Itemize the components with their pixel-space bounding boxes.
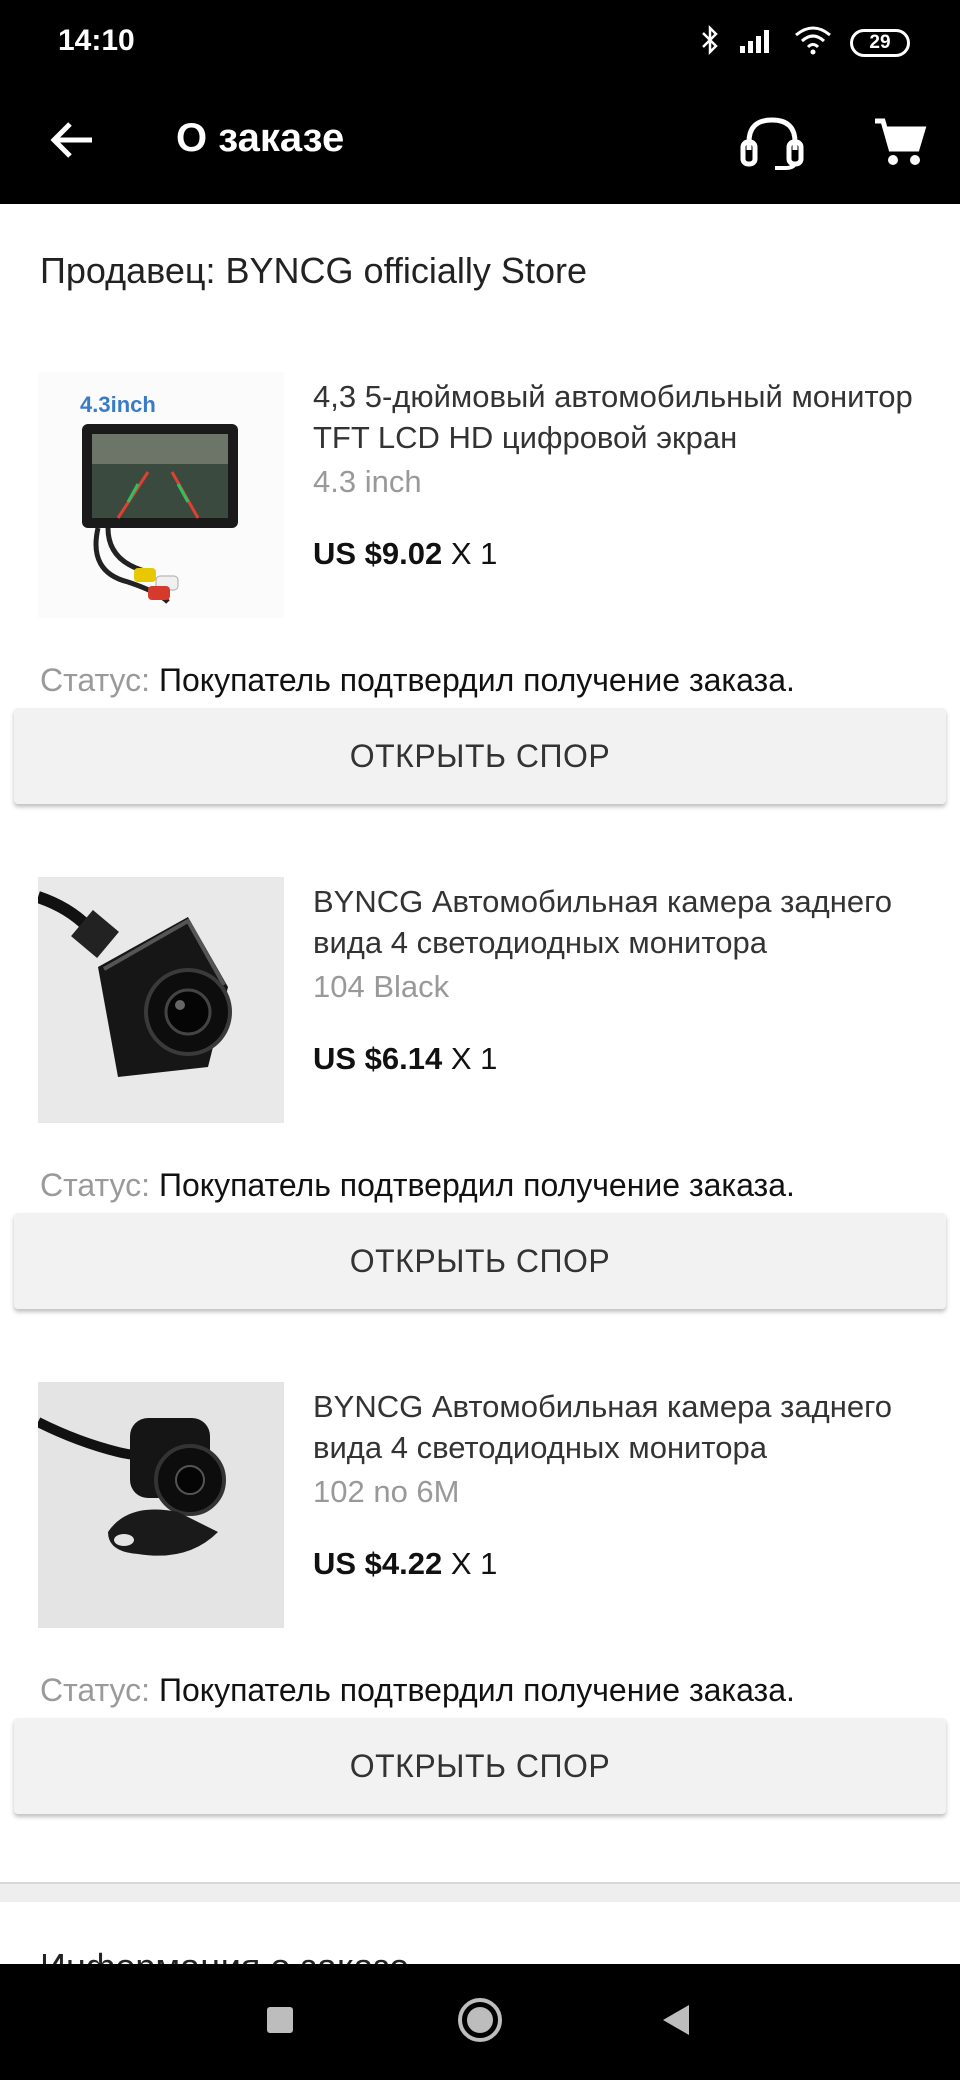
order-item: BYNCG Автомобильная камера заднего вида … (0, 877, 960, 1367)
order-item: 4.3inch 4,3 5-дюймовый автомобильный мон… (0, 372, 960, 862)
product-thumbnail[interactable]: 4.3inch (38, 372, 284, 618)
product-quantity: X 1 (450, 1546, 498, 1581)
order-content[interactable]: Продавец: BYNCG officially Store 4.3inch… (0, 204, 960, 1964)
bluetooth-icon (700, 24, 720, 61)
price-row: US $4.22 X 1 (313, 1546, 923, 1582)
recents-button[interactable] (242, 1984, 318, 2060)
status-text: Покупатель подтвердил получение заказа. (158, 1672, 795, 1708)
product-info: 4,3 5-дюймовый автомобильный монитор TFT… (313, 376, 923, 572)
system-nav-bar (0, 1964, 960, 2080)
headset-icon (739, 114, 805, 175)
status-text: Покупатель подтвердил получение заказа. (158, 662, 795, 698)
order-status: Статус: Покупатель подтвердил получение … (40, 662, 795, 699)
product-price: US $9.02 (313, 536, 443, 571)
status-label: Статус: (40, 1167, 151, 1203)
product-info: BYNCG Автомобильная камера заднего вида … (313, 881, 923, 1077)
product-quantity: X 1 (450, 536, 498, 571)
svg-text:4.3inch: 4.3inch (80, 392, 156, 417)
app-bar: О заказе (0, 84, 960, 204)
product-quantity: X 1 (450, 1041, 498, 1076)
cart-button[interactable] (864, 108, 936, 180)
page-title: О заказе (176, 116, 345, 160)
order-status: Статус: Покупатель подтвердил получение … (40, 1167, 795, 1204)
status-time: 14:10 (58, 24, 135, 57)
section-divider (0, 1882, 960, 1902)
product-title[interactable]: 4,3 5-дюймовый автомобильный монитор TFT… (313, 376, 923, 458)
product-variant: 102 no 6M (313, 1474, 460, 1509)
price-row: US $6.14 X 1 (313, 1041, 923, 1077)
product-price: US $6.14 (313, 1041, 443, 1076)
home-button[interactable] (442, 1984, 518, 2060)
signal-icon (738, 26, 776, 59)
price-row: US $9.02 X 1 (313, 536, 923, 572)
status-bar: 14:10 29 (0, 0, 960, 84)
square-icon (265, 2005, 295, 2040)
product-thumbnail[interactable] (38, 1382, 284, 1628)
status-text: Покупатель подтвердил получение заказа. (158, 1167, 795, 1203)
product-title[interactable]: BYNCG Автомобильная камера заднего вида … (313, 1386, 923, 1468)
order-info-heading: Информация о заказе (40, 1946, 409, 1964)
order-item: BYNCG Автомобильная камера заднего вида … (0, 1382, 960, 1872)
status-icons: 29 (700, 24, 910, 61)
seller-name: Продавец: BYNCG officially Store (40, 250, 587, 291)
product-variant: 4.3 inch (313, 464, 422, 499)
support-button[interactable] (736, 108, 808, 180)
system-back-button[interactable] (638, 1984, 714, 2060)
order-status: Статус: Покупатель подтвердил получение … (40, 1672, 795, 1709)
arrow-left-icon (50, 120, 94, 165)
open-dispute-button[interactable]: ОТКРЫТЬ СПОР (14, 708, 946, 804)
status-label: Статус: (40, 662, 151, 698)
product-price: US $4.22 (313, 1546, 443, 1581)
product-title[interactable]: BYNCG Автомобильная камера заднего вида … (313, 881, 923, 963)
open-dispute-button[interactable]: ОТКРЫТЬ СПОР (14, 1718, 946, 1814)
status-label: Статус: (40, 1672, 151, 1708)
triangle-icon (659, 2002, 693, 2043)
back-button[interactable] (40, 110, 104, 174)
open-dispute-button[interactable]: ОТКРЫТЬ СПОР (14, 1213, 946, 1309)
product-thumbnail[interactable] (38, 877, 284, 1123)
circle-icon (456, 1996, 504, 2049)
product-variant: 104 Black (313, 969, 450, 1004)
product-info: BYNCG Автомобильная камера заднего вида … (313, 1386, 923, 1582)
cart-icon (873, 117, 927, 172)
battery-icon: 29 (850, 28, 910, 57)
wifi-icon (794, 25, 832, 60)
